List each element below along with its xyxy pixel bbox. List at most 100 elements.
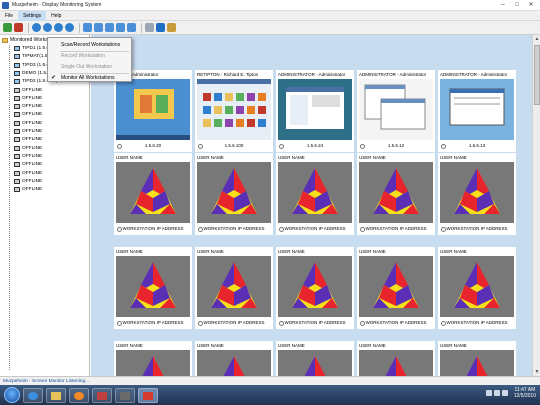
placeholder-logo-icon[interactable] [278, 256, 352, 317]
placeholder-logo-icon[interactable] [278, 350, 352, 376]
globe-icon[interactable] [54, 23, 63, 32]
menu-help[interactable]: Help [46, 11, 66, 21]
workstation-tile[interactable]: USER NAME WORKSTATION IP ADDRESS [276, 153, 354, 235]
placeholder-logo-icon[interactable] [359, 256, 433, 317]
window-controls: – □ ✕ [496, 1, 538, 9]
globe-icon[interactable] [32, 23, 41, 32]
placeholder-logo-icon[interactable] [116, 162, 190, 223]
taskbar-media[interactable] [69, 387, 89, 403]
menu-file[interactable]: File [0, 11, 18, 21]
users-icon[interactable] [167, 23, 176, 32]
placeholder-logo-icon[interactable] [278, 162, 352, 223]
tree-item[interactable]: OFFLINE [14, 153, 43, 159]
placeholder-logo-icon[interactable] [440, 350, 514, 376]
tree-item[interactable]: OFFLINE [14, 170, 42, 176]
dropdown-item[interactable]: ✔ Monitor All Workstations [48, 73, 131, 83]
workstation-tile[interactable]: USER NAME WORKSTATION IP ADDRESS [195, 153, 273, 235]
taskbar-ie[interactable] [23, 387, 43, 403]
disconnect-icon[interactable] [14, 23, 23, 32]
taskbar-muzpeheim[interactable] [138, 387, 158, 403]
taskbar-app-b[interactable] [115, 387, 135, 403]
flag-icon[interactable] [485, 390, 492, 396]
settings-icon[interactable] [156, 23, 165, 32]
clock[interactable]: 11:47 AM 12/5/2010 [514, 387, 536, 399]
tree-item[interactable]: OFFLINE [14, 137, 43, 143]
workstation-tile[interactable]: USER NAME [114, 341, 192, 376]
workstation-tile[interactable]: RETIPTON - Richard E. Tipton 1.5.6.100 [195, 70, 273, 152]
screen-thumbnail[interactable] [278, 79, 352, 140]
menu-settings[interactable]: Settings [18, 10, 47, 21]
tree-item-label: OFFLINE [22, 137, 43, 143]
placeholder-logo-icon[interactable] [197, 256, 271, 317]
workstation-tile[interactable]: USER NAME WORKSTATION IP ADDRESS [195, 247, 273, 329]
placeholder-logo-icon[interactable] [197, 162, 271, 223]
vertical-scrollbar[interactable]: ▲ ▼ [532, 35, 540, 376]
workstation-tile[interactable]: ADMINISTRATOR - Administrator 1.5.6.24 [276, 70, 354, 152]
scroll-up-icon[interactable]: ▲ [533, 35, 540, 43]
taskbar-app-a[interactable] [92, 387, 112, 403]
minimize-button[interactable]: – [496, 1, 510, 9]
placeholder-logo-icon[interactable] [197, 350, 271, 376]
volume-icon[interactable] [501, 390, 508, 396]
dropdown-item-label: Single Out Workstation [61, 64, 113, 70]
workstation-tile[interactable]: USER NAME WORKSTATION IP ADDRESS [114, 153, 192, 235]
tree-item[interactable]: OFFLINE [14, 120, 42, 126]
shield-icon[interactable] [127, 23, 136, 32]
dropdown-item[interactable]: Single Out Workstation [48, 62, 131, 72]
workstation-tile[interactable]: USER NAME WORKSTATION IP ADDRESS [438, 247, 516, 329]
workstation-tile[interactable]: USER NAME WORKSTATION IP ADDRESS [276, 247, 354, 329]
printer-icon[interactable] [145, 23, 154, 32]
workstation-tile[interactable]: USER NAME [276, 341, 354, 376]
placeholder-logo-icon[interactable] [440, 256, 514, 317]
workstation-tile[interactable]: USER NAME WORKSTATION IP ADDRESS [357, 153, 435, 235]
tree-item[interactable]: OFFLINE [14, 129, 42, 134]
globe-icon[interactable] [43, 23, 52, 32]
workstation-tile[interactable]: USER NAME [438, 341, 516, 376]
workstation-tile[interactable]: USER NAME [357, 341, 435, 376]
workstation-ip: WORKSTATION IP ADDRESS [365, 226, 427, 231]
shield-icon[interactable] [105, 23, 114, 32]
placeholder-logo-icon[interactable] [440, 162, 514, 223]
workstation-tile[interactable]: ADMINISTRATOR - Administrator 1.5.6.13 [438, 70, 516, 152]
tree-item[interactable]: OFFLINE [14, 87, 42, 93]
screen-thumbnail[interactable] [440, 79, 514, 140]
workstation-ip: 1.5.6.12 [387, 143, 405, 148]
placeholder-logo-icon[interactable] [116, 256, 190, 317]
connect-icon[interactable] [3, 23, 12, 32]
scroll-thumb[interactable] [534, 45, 540, 105]
shield-icon[interactable] [94, 23, 103, 32]
workstation-user: USER NAME [116, 155, 143, 160]
placeholder-logo-icon[interactable] [359, 162, 433, 223]
dropdown-item[interactable]: Scan/Record Workstations [48, 40, 131, 50]
shield-icon[interactable] [116, 23, 125, 32]
placeholder-logo-icon[interactable] [359, 350, 433, 376]
network-icon[interactable] [493, 390, 500, 396]
tree-item[interactable]: OFFLINE [14, 145, 42, 151]
screen-thumbnail[interactable] [359, 79, 433, 140]
maximize-button[interactable]: □ [510, 1, 524, 9]
workstation-tile[interactable]: ADMINISTRATOR - Administrator 1.5.6.12 [357, 70, 435, 152]
shield-icon[interactable] [83, 23, 92, 32]
workstation-tile[interactable]: USER NAME WORKSTATION IP ADDRESS [357, 247, 435, 329]
workstation-tile[interactable]: USER NAME WORKSTATION IP ADDRESS [114, 247, 192, 329]
placeholder-logo-icon[interactable] [116, 350, 190, 376]
tree-item[interactable]: OFFLINE [14, 95, 42, 101]
tree-item[interactable]: OFFLINE [14, 178, 42, 184]
close-button[interactable]: ✕ [524, 1, 538, 9]
tree-item[interactable]: OFFLINE [14, 104, 42, 110]
workstation-tile[interactable]: USER NAME WORKSTATION IP ADDRESS [438, 153, 516, 235]
tree-item[interactable]: OFFLINE [14, 187, 42, 193]
tree-item[interactable]: OFFLINE [14, 112, 42, 118]
taskbar-explorer[interactable] [46, 387, 66, 403]
monitor-icon [14, 162, 20, 168]
globe-icon[interactable] [65, 23, 74, 32]
workstation-tile[interactable]: USER NAME [195, 341, 273, 376]
tree-item[interactable]: OFFLINE [14, 162, 42, 168]
scroll-down-icon[interactable]: ▼ [533, 368, 540, 376]
workstation-user: USER NAME [116, 249, 143, 254]
tree-item-label: OFFLINE [22, 153, 43, 159]
screen-thumbnail[interactable] [197, 79, 271, 140]
screen-thumbnail[interactable] [116, 79, 190, 140]
dropdown-item[interactable]: Record Workstation [48, 51, 131, 61]
start-button[interactable] [4, 387, 20, 403]
